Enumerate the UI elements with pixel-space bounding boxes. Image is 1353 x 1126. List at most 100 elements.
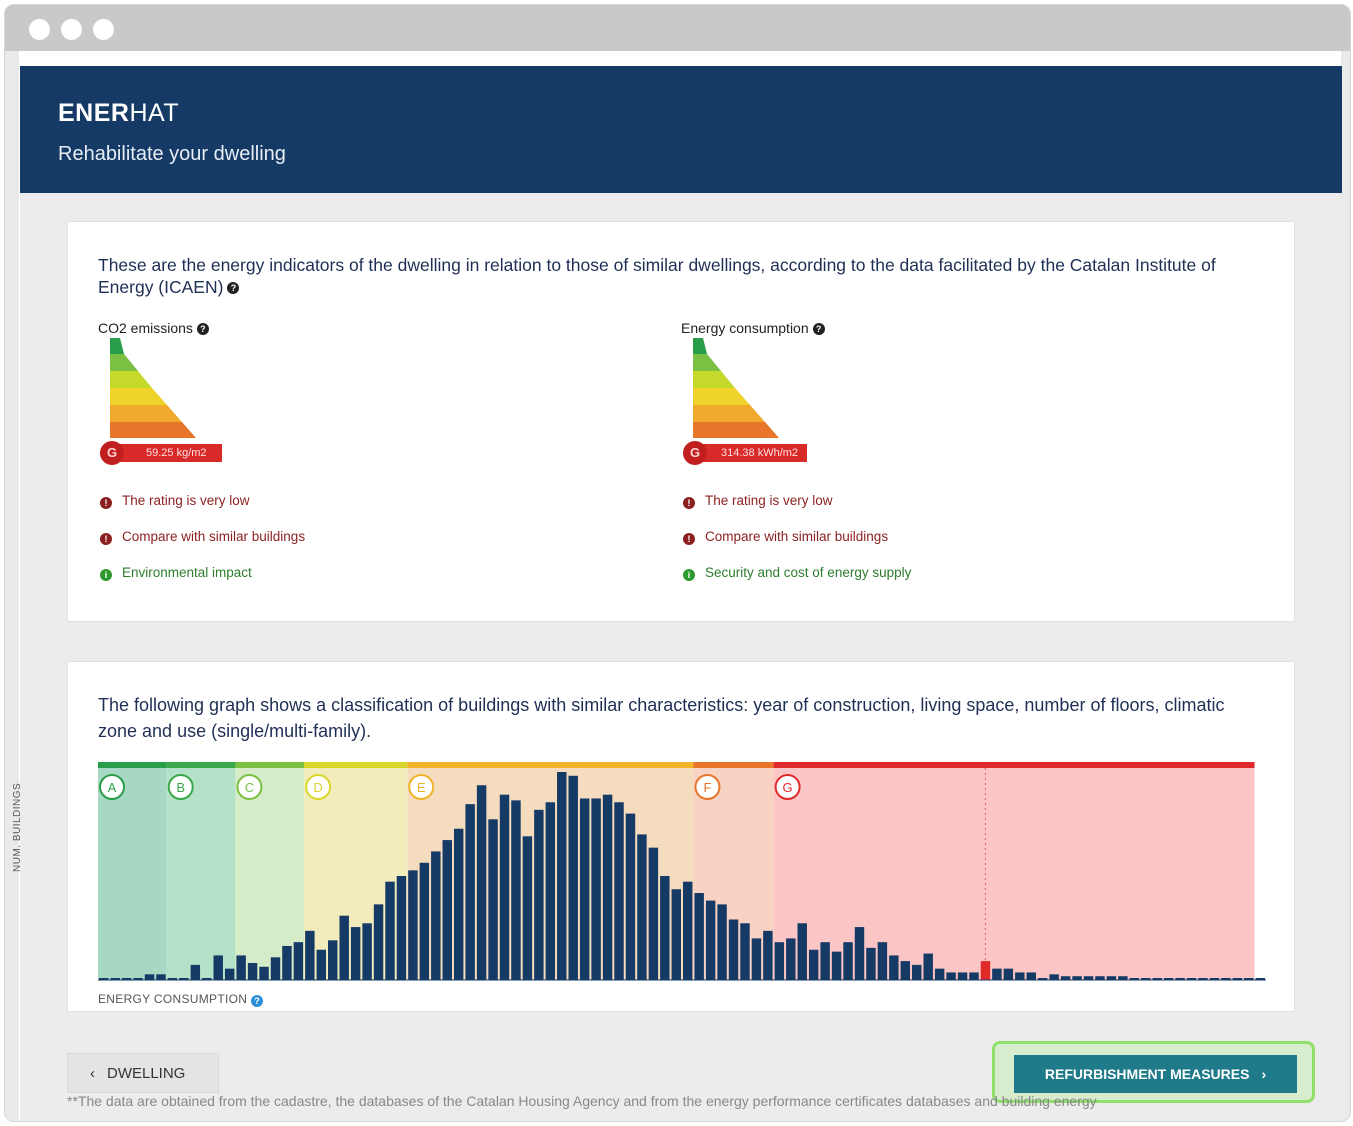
band-b-label: B [176,780,185,795]
band-c-topbar [235,762,305,768]
histogram-bar [511,800,521,980]
graph-intro: The following graph shows a classificati… [98,695,1225,741]
indicators-intro-text: These are the energy indicators of the d… [98,255,1216,297]
histogram-bar [534,809,544,980]
histogram-bar [385,881,395,980]
histogram-bar [591,798,601,980]
graph-card: The following graph shows a classificati… [67,661,1295,1012]
help-icon[interactable]: ? [227,282,240,295]
histogram-bar [774,942,785,980]
histogram-bar [843,942,853,980]
x-axis-label: ENERGY CONSUMPTION? [98,992,264,1007]
histogram-bar [568,775,578,980]
band-e-topbar [407,762,694,768]
co2-help-icon[interactable]: ? [196,323,209,336]
info-icon[interactable]: ? [251,995,264,1007]
chevron-left-icon: ‹ [90,1065,95,1082]
co2-rating-letter: G [100,441,124,465]
histogram-bar [671,889,681,980]
histogram-bar [923,953,933,980]
histogram-bar [488,819,498,980]
indicators-intro: These are the energy indicators of the d… [98,254,1268,298]
histogram-bar [579,798,590,980]
band-g-topbar [773,762,1255,768]
page-content: ENERHAT Rehabilitate your dwelling These… [19,51,1342,1121]
histogram-bar [362,923,372,980]
histogram-bar [270,957,281,980]
window-titlebar [5,5,1350,51]
histogram-bar [1083,976,1094,980]
back-button[interactable]: ‹ DWELLING [67,1053,219,1093]
energy-help-icon[interactable]: ? [812,323,825,336]
histogram-bar [224,968,235,980]
indicators-card: These are the energy indicators of the d… [67,221,1295,622]
histogram-bar [213,955,223,980]
histogram-bar [1060,976,1071,980]
co2-rating-value: 59.25 kg/m2 [112,444,222,462]
refurbishment-measures-button[interactable]: REFURBISHMENT MEASURES › [1014,1055,1297,1093]
info-icon: i [683,569,695,581]
histogram-bar [1049,974,1059,980]
histogram-bar [293,942,304,980]
band-g-label: G [783,780,793,795]
histogram-bar [144,974,155,980]
energy-message-supply[interactable]: i Security and cost of energy supply [683,564,911,582]
band-b-background [166,768,236,980]
chevron-right-icon: › [1261,1066,1267,1082]
energy-title: Energy consumption? [681,320,825,336]
buildings-histogram[interactable]: A B C D E F G [98,762,1266,987]
histogram-bar [740,923,750,980]
histogram-bar [236,955,246,980]
energy-message-compare[interactable]: ! Compare with similar buildings [683,528,888,546]
histogram-bar [866,947,876,980]
back-button-label: DWELLING [107,1065,186,1082]
energy-message-rating[interactable]: ! The rating is very low [683,492,833,510]
x-axis-label-text: ENERGY CONSUMPTION [98,992,248,1006]
alert-icon: ! [100,497,112,509]
histogram-bar [900,961,911,980]
histogram-bar [660,876,670,980]
window-dot-minimize[interactable] [61,19,82,40]
histogram-bar [797,923,807,980]
histogram-bar [1072,976,1082,980]
histogram-bar [476,785,487,980]
window-dot-close[interactable] [29,19,50,40]
histogram-bar [465,804,475,980]
histogram-bar [625,813,636,980]
histogram-bar [247,962,258,980]
band-d-topbar [304,762,408,768]
brand-logo[interactable]: ENERHAT [58,99,179,128]
co2-message-rating-text: The rating is very low [122,493,250,508]
histogram-bar [957,972,968,980]
histogram-bar [1003,968,1014,980]
histogram-bar [980,961,991,980]
browser-window: ENERHAT Rehabilitate your dwelling These… [4,4,1351,1122]
histogram-bar [751,938,762,980]
alert-icon: ! [683,497,695,509]
band-c-label: C [245,780,254,795]
histogram-bar [442,840,452,980]
co2-message-compare[interactable]: ! Compare with similar buildings [100,528,305,546]
histogram-bar [316,949,327,980]
alert-icon: ! [100,533,112,545]
band-a-topbar [98,762,167,768]
histogram-bar [992,968,1002,980]
histogram-bar [683,881,693,980]
y-axis-label: NUM. BUILDINGS [12,782,23,872]
energy-message-supply-text: Security and cost of energy supply [705,565,912,580]
energy-message-rating-text: The rating is very low [705,493,833,508]
energy-rating-letter: G [683,441,707,465]
histogram-bar [969,972,979,980]
co2-message-rating[interactable]: ! The rating is very low [100,492,250,510]
histogram-bar [396,876,407,980]
histogram-bar [350,927,361,980]
co2-message-impact[interactable]: i Environmental impact [100,564,252,582]
window-dot-maximize[interactable] [93,19,114,40]
histogram-bar [259,966,269,980]
histogram-bar [1118,976,1128,980]
histogram-bar [728,919,739,980]
histogram-bar [763,930,773,980]
histogram-bar [499,794,510,980]
app-subtitle: Rehabilitate your dwelling [58,143,286,165]
histogram-bar [305,930,315,980]
